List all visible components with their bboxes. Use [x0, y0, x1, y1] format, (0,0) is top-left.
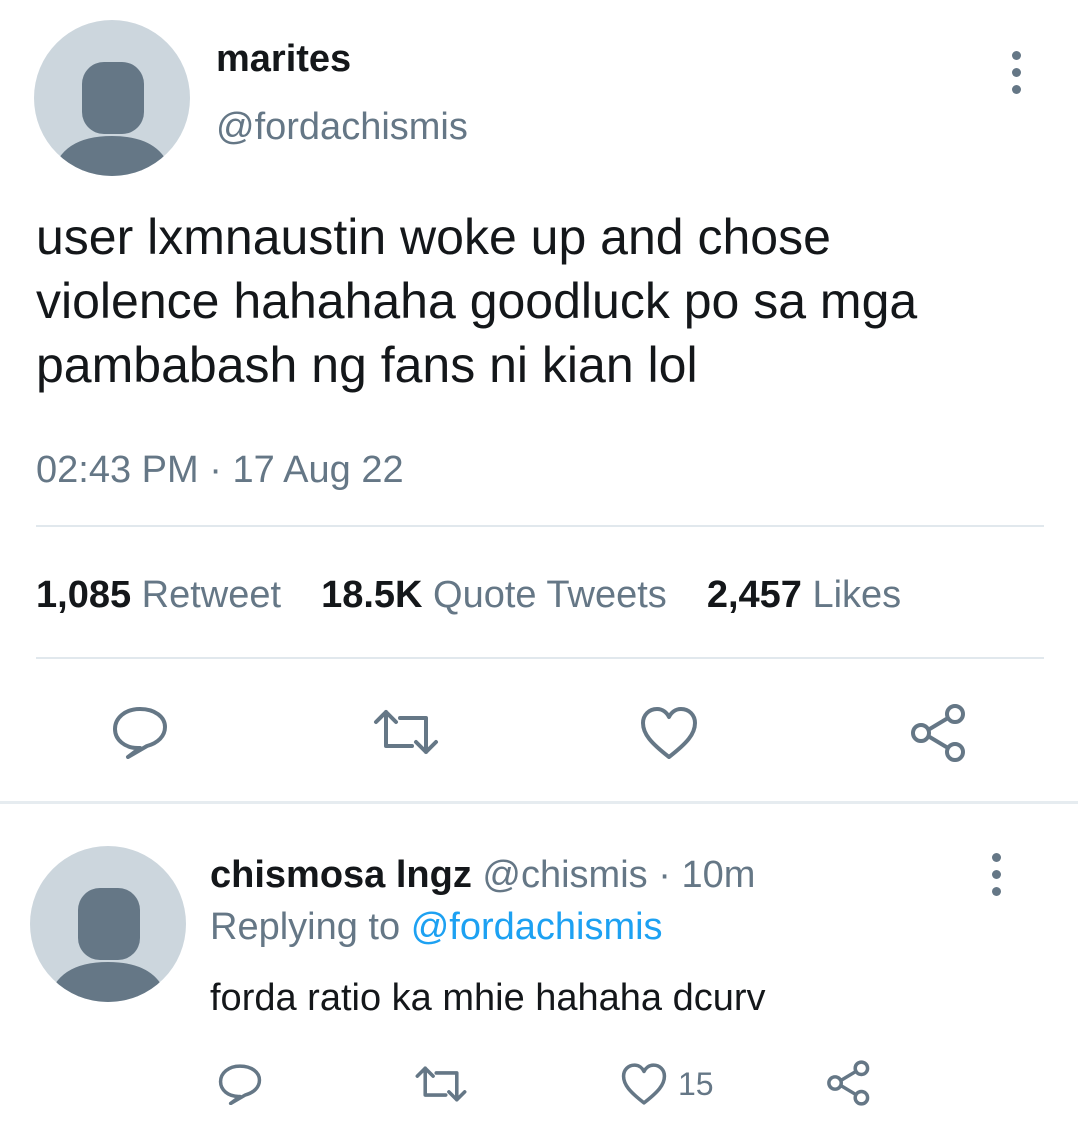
retweet-button[interactable]	[366, 700, 446, 764]
reply-reply-button[interactable]	[214, 1058, 266, 1110]
reply-time[interactable]: 10m	[681, 854, 755, 896]
tweet-text-line: pambabash ng fans ni kian lol	[36, 337, 698, 393]
retweet-stat[interactable]: 1,085 Retweet	[36, 574, 281, 617]
more-options-button[interactable]	[996, 42, 1036, 102]
tweet-timestamp[interactable]: 02:43 PM · 17 Aug 22	[36, 449, 404, 492]
vertical-dots-icon	[1011, 50, 1021, 60]
section-separator	[0, 801, 1078, 804]
reply-button[interactable]	[108, 700, 172, 764]
reply-retweet-button[interactable]	[408, 1060, 474, 1108]
likes-label: Likes	[812, 574, 902, 616]
likes-stat[interactable]: 2,457 Likes	[707, 574, 901, 617]
divider	[36, 657, 1044, 659]
retweet-label: Retweet	[141, 574, 282, 616]
default-avatar-icon	[48, 888, 168, 1002]
author-name[interactable]: marites	[216, 38, 351, 81]
tweet-time: 02:43 PM	[36, 449, 199, 491]
retweet-count: 1,085	[36, 574, 132, 616]
reply-like-count: 15	[678, 1065, 714, 1102]
reply-meta-separator: ·	[658, 854, 671, 896]
reply-author-handle[interactable]: @chismis	[482, 854, 647, 896]
share-nodes-icon	[827, 1060, 870, 1106]
speech-bubble-icon	[113, 707, 167, 759]
replying-to: Replying to @fordachismis	[210, 906, 663, 949]
tweet-text: user lxmnaustin woke up and chose violen…	[36, 205, 1046, 397]
reply-header: chismosa lngz @chismis · 10m	[210, 854, 755, 897]
reply-like-button[interactable]: 15	[620, 1058, 714, 1110]
reply-share-button[interactable]	[822, 1056, 876, 1110]
author-avatar[interactable]	[34, 20, 190, 176]
divider	[36, 525, 1044, 527]
quote-tweets-stat[interactable]: 18.5K Quote Tweets	[321, 574, 667, 617]
likes-count: 2,457	[706, 574, 802, 616]
share-nodes-icon	[911, 704, 965, 762]
tweet-text-line: violence hahahaha goodluck po sa mga	[36, 273, 918, 329]
heart-icon	[641, 707, 697, 759]
reply-text: forda ratio ka mhie hahaha dcurv	[210, 977, 766, 1019]
speech-bubble-icon	[218, 1064, 262, 1105]
tweet-text-line: user lxmnaustin woke up and chose	[36, 209, 831, 265]
replying-to-label: Replying to	[210, 906, 401, 948]
default-avatar-icon	[52, 62, 172, 176]
heart-icon	[621, 1063, 667, 1105]
like-button[interactable]	[636, 700, 702, 766]
author-handle[interactable]: @fordachismis	[216, 106, 468, 149]
meta-separator: ·	[209, 449, 222, 491]
tweet-stats: 1,085 Retweet 18.5K Quote Tweets 2,457 L…	[36, 574, 941, 617]
retweet-arrows-icon	[374, 710, 438, 754]
share-button[interactable]	[904, 698, 974, 768]
replying-to-handle-link[interactable]: @fordachismis	[411, 906, 663, 948]
tweet-date: 17 Aug 22	[232, 449, 404, 491]
reply-author-avatar[interactable]	[30, 846, 186, 1002]
vertical-dots-icon	[991, 852, 1001, 862]
quote-tweets-count: 18.5K	[321, 574, 423, 616]
quote-tweets-label: Quote Tweets	[433, 574, 667, 616]
reply-author-name[interactable]: chismosa lngz	[210, 854, 472, 896]
reply-more-options-button[interactable]	[976, 844, 1016, 904]
retweet-arrows-icon	[415, 1066, 467, 1102]
